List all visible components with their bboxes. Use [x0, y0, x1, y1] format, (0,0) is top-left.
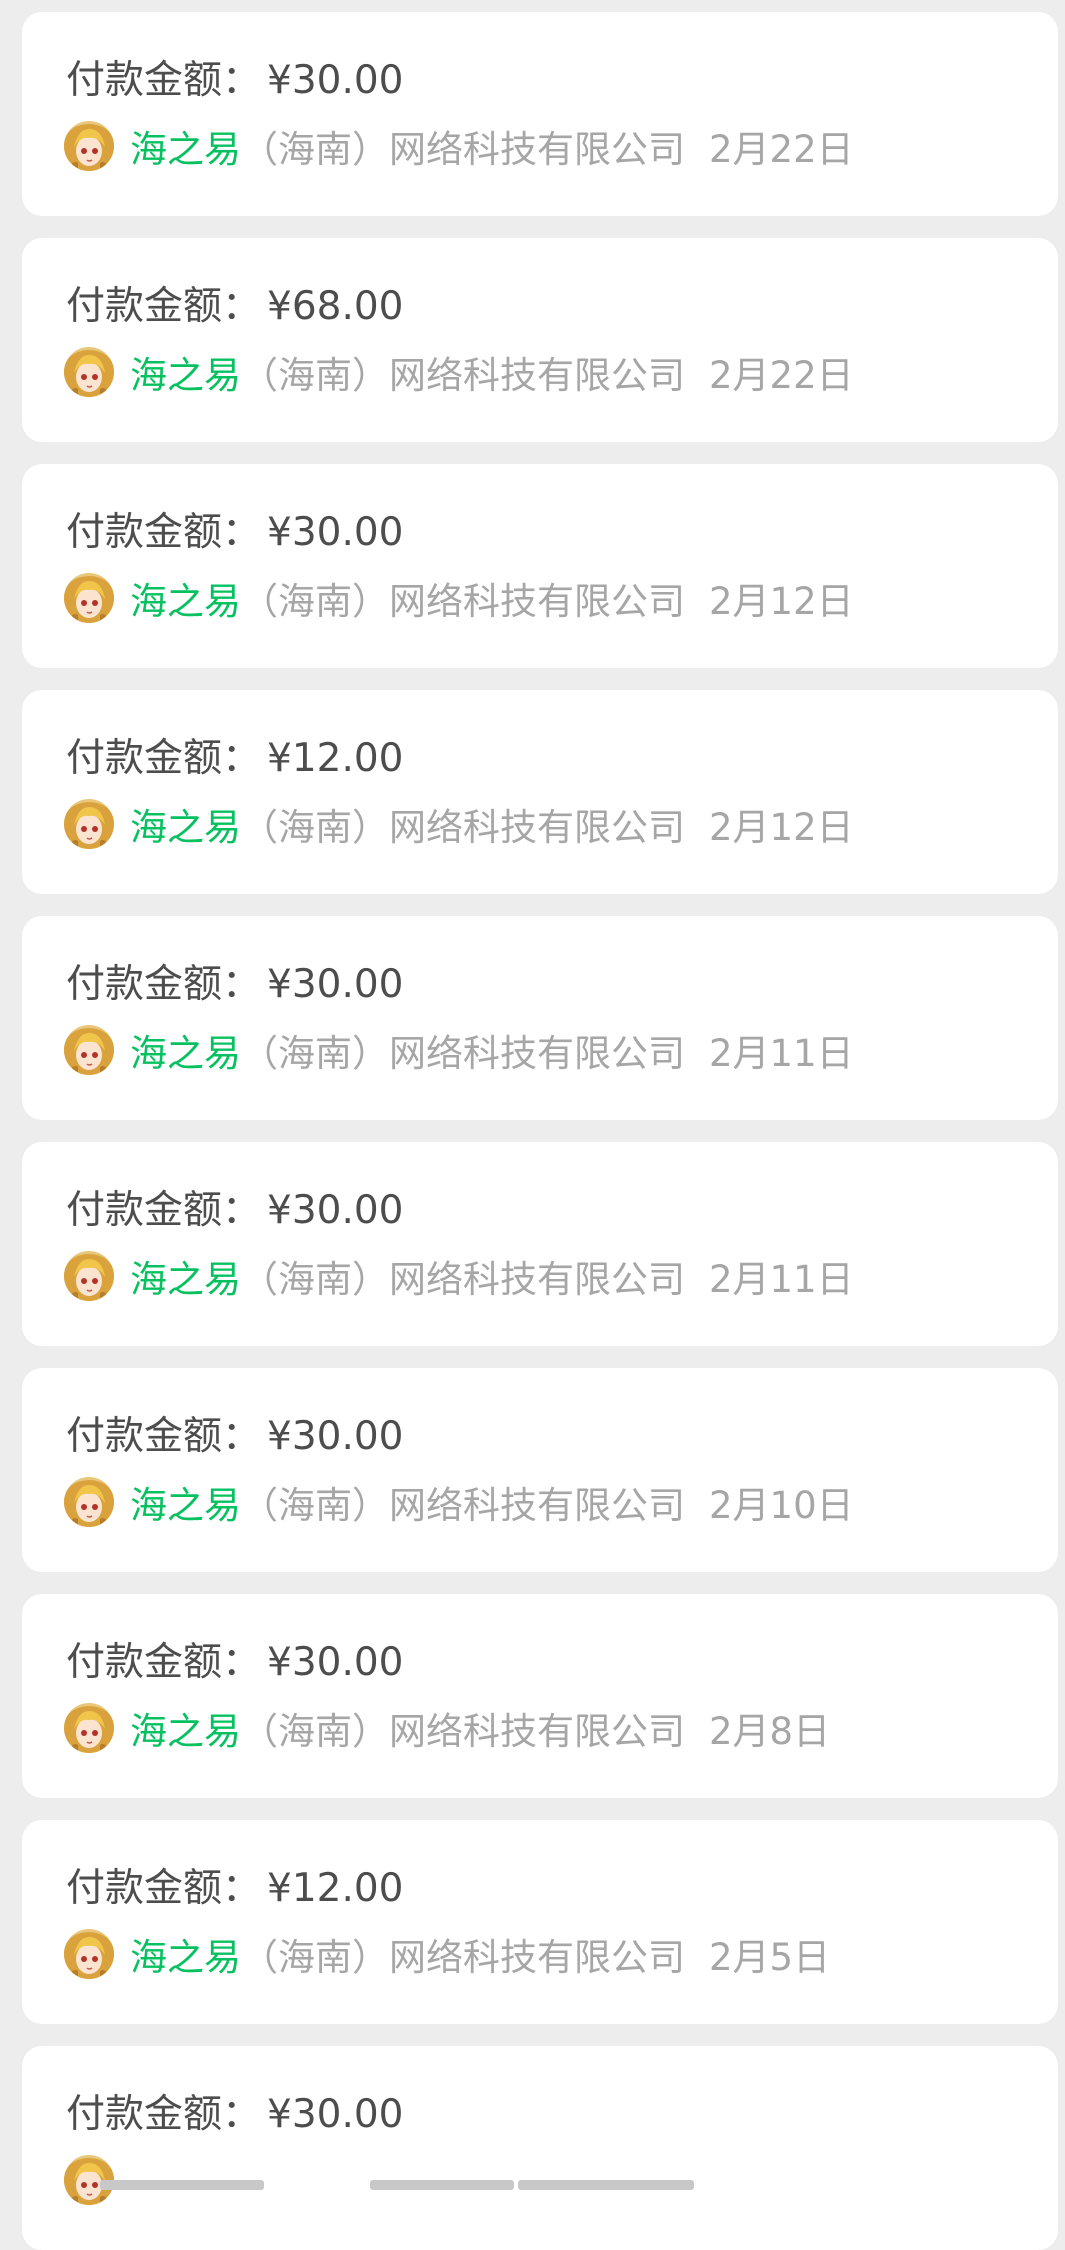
merchant-line: 海之易 （海南）网络科技有限公司 2月22日: [64, 118, 854, 174]
merchant-line: 海之易 （海南）网络科技有限公司 2月12日: [64, 570, 854, 626]
amount-line: 付款金额： ¥30.00: [66, 1184, 403, 1238]
amount-line: 付款金额： ¥30.00: [66, 1410, 403, 1464]
amount-label: 付款金额：: [66, 1414, 262, 1459]
amount-label: 付款金额：: [66, 736, 262, 781]
merchant-name: 海之易: [130, 354, 241, 397]
redacted-text-bar: [370, 2180, 514, 2190]
amount-value: ¥30.00: [267, 1188, 404, 1233]
amount-label: 付款金额：: [66, 1866, 262, 1911]
amount-value: ¥30.00: [267, 2092, 404, 2137]
amount-label: 付款金额：: [66, 58, 262, 103]
merchant-company-suffix: （海南）网络科技有限公司: [241, 1484, 685, 1527]
merchant-avatar-icon: [64, 347, 114, 397]
merchant-company-suffix: （海南）网络科技有限公司: [241, 354, 685, 397]
merchant-line: 海之易 （海南）网络科技有限公司 2月11日: [64, 1022, 854, 1078]
merchant-name: 海之易: [130, 1032, 241, 1075]
amount-value: ¥12.00: [267, 1866, 404, 1911]
merchant-line: 海之易 （海南）网络科技有限公司 2月22日: [64, 344, 854, 400]
redacted-text-bar: [100, 2180, 264, 2190]
redacted-text-bar: [518, 2180, 694, 2190]
merchant-name: 海之易: [130, 806, 241, 849]
amount-value: ¥30.00: [267, 962, 404, 1007]
amount-line: 付款金额： ¥30.00: [66, 958, 403, 1012]
payment-record-card[interactable]: 付款金额： ¥30.00 海之易 （海南）网络科技有限公司 2月11日: [22, 916, 1058, 1120]
amount-line: 付款金额： ¥12.00: [66, 1862, 403, 1916]
amount-line: 付款金额： ¥30.00: [66, 506, 403, 560]
amount-value: ¥30.00: [267, 1640, 404, 1685]
merchant-line: 海之易 （海南）网络科技有限公司 2月11日: [64, 1248, 854, 1304]
merchant-avatar-icon: [64, 1251, 114, 1301]
amount-value: ¥12.00: [267, 736, 404, 781]
merchant-name: 海之易: [130, 1936, 241, 1979]
amount-label: 付款金额：: [66, 2092, 262, 2137]
amount-label: 付款金额：: [66, 284, 262, 329]
merchant-avatar-icon: [64, 1477, 114, 1527]
payment-record-card[interactable]: 付款金额： ¥30.00 海之易 （海南）网络科技有限公司 2月12日: [22, 464, 1058, 668]
payment-record-card[interactable]: 付款金额： ¥30.00: [22, 2046, 1058, 2250]
payment-date: 2月11日: [709, 1032, 854, 1075]
merchant-avatar-icon: [64, 121, 114, 171]
merchant-name: 海之易: [130, 1484, 241, 1527]
amount-line: 付款金额： ¥30.00: [66, 54, 403, 108]
merchant-avatar-icon: [64, 799, 114, 849]
amount-line: 付款金额： ¥12.00: [66, 732, 403, 786]
payment-record-card[interactable]: 付款金额： ¥68.00 海之易 （海南）网络科技有限公司 2月22日: [22, 238, 1058, 442]
merchant-line: 海之易 （海南）网络科技有限公司 2月5日: [64, 1926, 830, 1982]
merchant-line: 海之易 （海南）网络科技有限公司 2月8日: [64, 1700, 830, 1756]
payment-date: 2月12日: [709, 806, 854, 849]
merchant-company-suffix: （海南）网络科技有限公司: [241, 580, 685, 623]
amount-value: ¥30.00: [267, 510, 404, 555]
amount-label: 付款金额：: [66, 1640, 262, 1685]
payment-date: 2月10日: [709, 1484, 854, 1527]
amount-line: 付款金额： ¥30.00: [66, 2088, 403, 2142]
merchant-company-suffix: （海南）网络科技有限公司: [241, 1032, 685, 1075]
payment-record-card[interactable]: 付款金额： ¥30.00 海之易 （海南）网络科技有限公司 2月22日: [22, 12, 1058, 216]
merchant-line: 海之易 （海南）网络科技有限公司 2月12日: [64, 796, 854, 852]
merchant-name: 海之易: [130, 1258, 241, 1301]
merchant-name: 海之易: [130, 1710, 241, 1753]
amount-label: 付款金额：: [66, 510, 262, 555]
merchant-name: 海之易: [130, 580, 241, 623]
amount-value: ¥30.00: [267, 58, 404, 103]
merchant-company-suffix: （海南）网络科技有限公司: [241, 806, 685, 849]
payment-record-card[interactable]: 付款金额： ¥12.00 海之易 （海南）网络科技有限公司 2月12日: [22, 690, 1058, 894]
amount-line: 付款金额： ¥30.00: [66, 1636, 403, 1690]
payment-date: 2月22日: [709, 354, 854, 397]
payment-record-card[interactable]: 付款金额： ¥30.00 海之易 （海南）网络科技有限公司 2月8日: [22, 1594, 1058, 1798]
payment-date: 2月8日: [709, 1710, 831, 1753]
payment-date: 2月12日: [709, 580, 854, 623]
amount-value: ¥68.00: [267, 284, 404, 329]
merchant-company-suffix: （海南）网络科技有限公司: [241, 1710, 685, 1753]
payment-date: 2月22日: [709, 128, 854, 171]
payment-record-card[interactable]: 付款金额： ¥12.00 海之易 （海南）网络科技有限公司 2月5日: [22, 1820, 1058, 2024]
amount-line: 付款金额： ¥68.00: [66, 280, 403, 334]
merchant-company-suffix: （海南）网络科技有限公司: [241, 128, 685, 171]
merchant-company-suffix: （海南）网络科技有限公司: [241, 1936, 685, 1979]
amount-label: 付款金额：: [66, 1188, 262, 1233]
merchant-line: 海之易 （海南）网络科技有限公司 2月10日: [64, 1474, 854, 1530]
merchant-avatar-icon: [64, 1703, 114, 1753]
merchant-avatar-icon: [64, 1025, 114, 1075]
merchant-company-suffix: （海南）网络科技有限公司: [241, 1258, 685, 1301]
payment-record-card[interactable]: 付款金额： ¥30.00 海之易 （海南）网络科技有限公司 2月10日: [22, 1368, 1058, 1572]
payment-date: 2月11日: [709, 1258, 854, 1301]
payment-record-card[interactable]: 付款金额： ¥30.00 海之易 （海南）网络科技有限公司 2月11日: [22, 1142, 1058, 1346]
merchant-avatar-icon: [64, 573, 114, 623]
amount-label: 付款金额：: [66, 962, 262, 1007]
payment-date: 2月5日: [709, 1936, 831, 1979]
amount-value: ¥30.00: [267, 1414, 404, 1459]
merchant-name: 海之易: [130, 128, 241, 171]
merchant-avatar-icon: [64, 1929, 114, 1979]
